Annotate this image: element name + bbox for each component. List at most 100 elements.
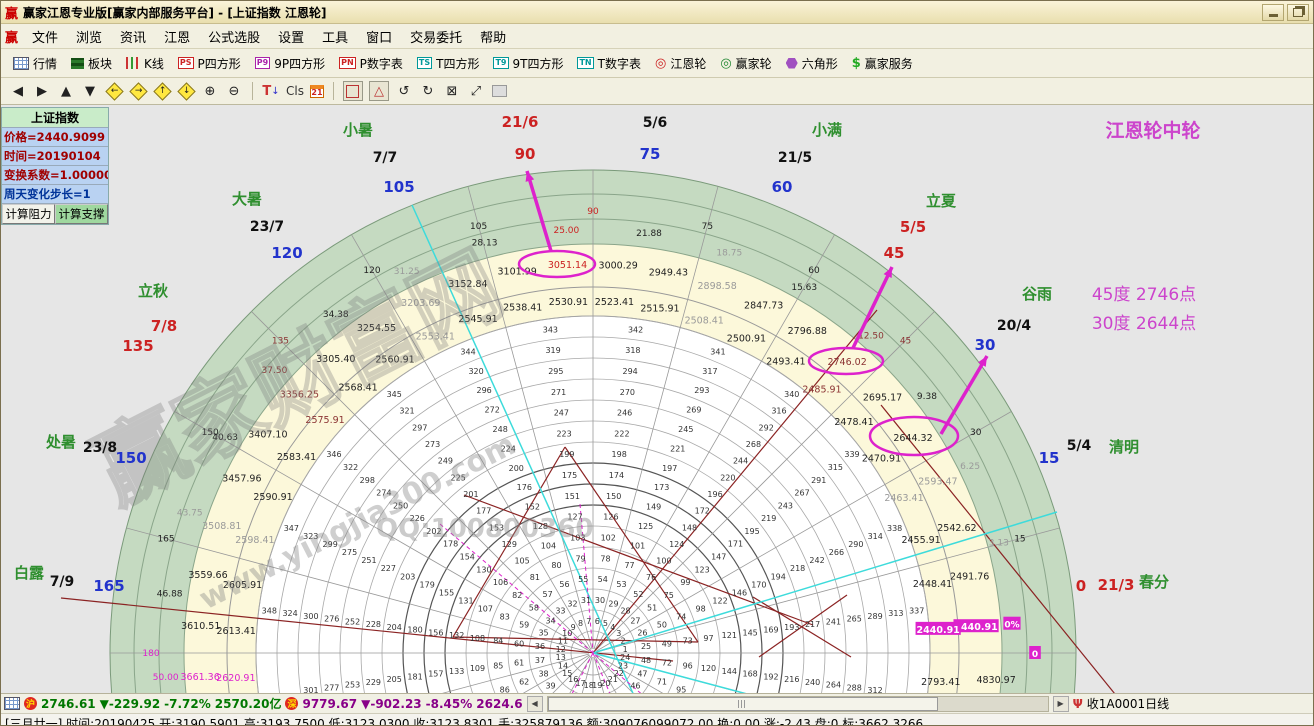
diamond-down-icon: ↓ — [177, 82, 195, 100]
rotate-ccw-button[interactable]: ↺ — [395, 82, 413, 100]
svg-text:25: 25 — [641, 642, 651, 651]
menu-item-1[interactable]: 浏览 — [67, 24, 111, 49]
diamond-right-button[interactable]: → — [129, 82, 147, 100]
menu-item-8[interactable]: 交易委托 — [401, 24, 471, 49]
svg-text:316: 316 — [771, 407, 786, 416]
toolbar-button-江恩轮[interactable]: ◎江恩轮 — [649, 53, 712, 74]
menu-item-2[interactable]: 资讯 — [111, 24, 155, 49]
diamond-down-button[interactable]: ↓ — [177, 82, 195, 100]
minimize-button[interactable] — [1262, 4, 1284, 21]
svg-text:74: 74 — [676, 612, 686, 621]
toolbar-button-9P四方形[interactable]: P99P四方形 — [249, 53, 331, 74]
tri-right-button[interactable]: ▶ — [33, 82, 51, 100]
calendar-button[interactable]: 21 — [310, 85, 324, 98]
restore-button[interactable] — [1287, 4, 1309, 21]
menu-item-0[interactable]: 文件 — [23, 24, 67, 49]
svg-text:251: 251 — [361, 556, 376, 565]
svg-text:15: 15 — [1014, 535, 1025, 545]
svg-text:25.00: 25.00 — [553, 226, 579, 236]
diamond-right-icon: → — [129, 82, 147, 100]
zoom-in-button[interactable]: ⊕ — [201, 82, 219, 100]
box-x-button[interactable]: ⊠ — [443, 82, 461, 100]
svg-text:2463.41: 2463.41 — [884, 493, 923, 504]
menu-item-5[interactable]: 设置 — [269, 24, 313, 49]
svg-text:56: 56 — [559, 580, 569, 589]
svg-text:244: 244 — [733, 457, 748, 466]
toolbar-label: 行情 — [33, 55, 57, 72]
tri-up-button[interactable]: ▲ — [57, 82, 75, 100]
toolbar-button-赢家轮[interactable]: ◎赢家轮 — [714, 53, 777, 74]
toolbar-button-六角形[interactable]: 六角形 — [780, 53, 844, 74]
svg-text:20/4: 20/4 — [997, 318, 1032, 334]
svg-text:31: 31 — [581, 596, 591, 605]
svg-text:61: 61 — [514, 659, 524, 668]
quote-grid-icon[interactable] — [4, 697, 20, 710]
detail-status-bar: [三月廿一] 时间:20190425 开:3190.5901 高:3193.75… — [1, 713, 1313, 726]
toolbar-button-行情[interactable]: 行情 — [7, 53, 63, 74]
svg-text:27: 27 — [630, 616, 640, 625]
square-icon — [346, 85, 359, 98]
cls-button[interactable]: Cls — [286, 84, 304, 98]
tri-down-button[interactable]: ▼ — [81, 82, 99, 100]
svg-text:50.00: 50.00 — [153, 673, 179, 683]
chart-area[interactable]: 1234567891011121314151617181920212223242… — [1, 105, 1314, 693]
svg-text:272: 272 — [485, 406, 500, 415]
minimize-icon — [1269, 14, 1278, 17]
svg-text:2478.41: 2478.41 — [834, 417, 873, 428]
toolbar-button-P四方形[interactable]: PSP四方形 — [172, 53, 247, 74]
menu-item-9[interactable]: 帮助 — [471, 24, 515, 49]
rotate-cw-button[interactable]: ↻ — [419, 82, 437, 100]
svg-text:2491.76: 2491.76 — [950, 571, 989, 582]
target-red-icon: ◎ — [655, 57, 666, 70]
toolbar-button-板块[interactable]: 板块 — [65, 53, 118, 74]
title-bar[interactable]: 赢 赢家江恩专业版[赢家内部服务平台] - [上证指数 江恩轮] — [1, 1, 1313, 24]
svg-text:78: 78 — [600, 554, 610, 563]
toolbar-button-T四方形[interactable]: TST四方形 — [411, 53, 486, 74]
svg-text:37: 37 — [535, 656, 545, 665]
gann-wheel[interactable]: 1234567891011121314151617181920212223242… — [1, 105, 1314, 693]
menu-item-4[interactable]: 公式选股 — [199, 24, 269, 49]
menu-item-3[interactable]: 江恩 — [155, 24, 199, 49]
horizontal-scrollbar[interactable] — [547, 696, 1049, 712]
triangle-button[interactable]: △ — [369, 81, 389, 101]
svg-text:60: 60 — [808, 266, 820, 276]
diamond-left-button[interactable]: ← — [105, 82, 123, 100]
svg-text:192: 192 — [763, 672, 778, 681]
svg-text:319: 319 — [545, 346, 560, 355]
svg-text:2542.62: 2542.62 — [937, 523, 976, 534]
toolbar-label: K线 — [144, 55, 164, 72]
svg-text:253: 253 — [345, 681, 360, 690]
menu-item-7[interactable]: 窗口 — [357, 24, 401, 49]
svg-text:144: 144 — [722, 667, 737, 676]
svg-text:21.88: 21.88 — [636, 229, 662, 239]
toolbar-button-T数字表[interactable]: TNT数字表 — [571, 53, 647, 74]
sz-index-change: ▼-902.23 — [361, 697, 422, 711]
menu-logo-icon: 赢 — [5, 27, 18, 46]
scroll-left-button[interactable]: ◀ — [527, 696, 543, 712]
svg-text:172: 172 — [695, 507, 710, 516]
svg-text:97: 97 — [703, 634, 713, 643]
menu-item-6[interactable]: 工具 — [313, 24, 357, 49]
badge-TN: TN — [577, 57, 593, 69]
scroll-right-button[interactable]: ▶ — [1053, 696, 1069, 712]
toolbar-button-P数字表[interactable]: PNP数字表 — [333, 53, 409, 74]
calc-support-button[interactable]: 计算支撑 — [55, 204, 108, 224]
svg-text:317: 317 — [702, 367, 717, 376]
zoom-out-button[interactable]: ⊖ — [225, 82, 243, 100]
toolbar-button-赢家服务[interactable]: $赢家服务 — [846, 53, 919, 74]
svg-text:3457.96: 3457.96 — [222, 474, 261, 485]
toolbar-button-K线[interactable]: K线 — [120, 53, 170, 74]
grid-icon — [13, 57, 29, 70]
center-arrows-button[interactable]: ⤢ — [467, 82, 485, 100]
clipboard-button[interactable] — [491, 82, 509, 100]
t-down-button[interactable]: T↓ — [262, 82, 280, 100]
toolbar-button-9T四方形[interactable]: T99T四方形 — [487, 53, 569, 74]
calc-resistance-button[interactable]: 计算阻力 — [2, 204, 55, 224]
svg-text:100: 100 — [656, 557, 671, 566]
svg-text:小暑: 小暑 — [343, 121, 373, 139]
diamond-up-button[interactable]: ↑ — [153, 82, 171, 100]
tri-left-button[interactable]: ◀ — [9, 82, 27, 100]
svg-text:199: 199 — [559, 450, 574, 459]
square-button[interactable] — [343, 81, 363, 101]
scrollbar-thumb[interactable] — [548, 697, 938, 711]
